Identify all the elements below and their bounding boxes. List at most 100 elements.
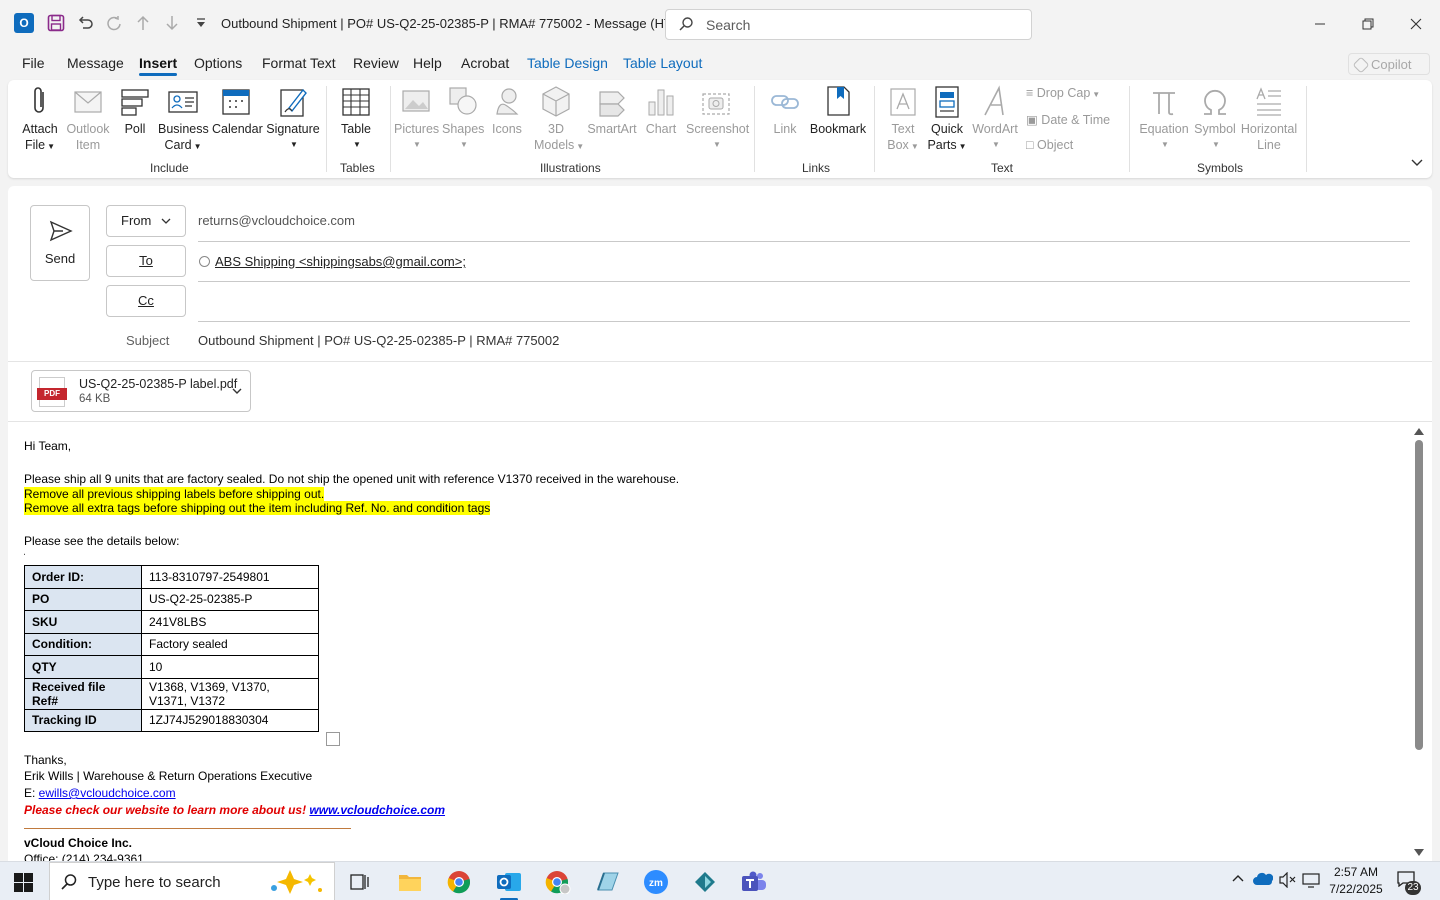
- ribbon-expand-icon[interactable]: [1410, 158, 1424, 168]
- drop-cap-button[interactable]: ≡ Drop Cap ▼: [1026, 86, 1100, 100]
- undo-icon[interactable]: [74, 12, 96, 34]
- tab-file[interactable]: File: [22, 55, 45, 71]
- scrollbar-thumb[interactable]: [1415, 440, 1423, 750]
- smartart-button[interactable]: SmartArt: [584, 84, 640, 137]
- details-intro-text: Please see the details below:: [24, 534, 180, 548]
- table-button[interactable]: Table ▼: [338, 84, 374, 153]
- copilot-button[interactable]: Copilot: [1348, 53, 1430, 75]
- icons-button[interactable]: Icons: [488, 84, 526, 137]
- tab-acrobat[interactable]: Acrobat: [461, 55, 509, 71]
- date-time-button[interactable]: ▣ Date & Time: [1026, 112, 1110, 127]
- symbol-button[interactable]: Symbol ▼: [1192, 84, 1238, 153]
- to-button[interactable]: To: [106, 245, 186, 277]
- restore-button[interactable]: [1353, 10, 1383, 38]
- tab-message[interactable]: Message: [67, 55, 124, 71]
- calendar-button[interactable]: Calendar: [212, 84, 263, 137]
- pictures-button[interactable]: Pictures ▼: [394, 84, 439, 153]
- pictures-icon: [402, 90, 430, 112]
- notification-center-button[interactable]: 23: [1397, 871, 1421, 895]
- windows-start-icon[interactable]: [14, 873, 33, 892]
- paperclip-icon: [34, 87, 44, 113]
- bookmark-button[interactable]: Bookmark: [808, 84, 868, 137]
- save-icon[interactable]: [45, 12, 67, 34]
- redo-icon[interactable]: [103, 12, 125, 34]
- attach-file-button[interactable]: Attach File ▼: [18, 84, 62, 155]
- message-body[interactable]: Hi Team, Please ship all 9 units that ar…: [24, 436, 1404, 861]
- ribbon-insert: Attach File ▼ Outlook Item Poll Business …: [8, 80, 1432, 178]
- outlook-taskbar-icon[interactable]: [494, 867, 524, 900]
- poll-button[interactable]: Poll: [116, 84, 154, 137]
- shapes-button[interactable]: Shapes ▼: [442, 84, 484, 153]
- website-link[interactable]: www.vcloudchoice.com: [309, 803, 445, 817]
- ribbon-separator: [754, 86, 755, 172]
- compose-pane: Send From returns@vcloudchoice.com To AB…: [8, 186, 1432, 861]
- volume-muted-icon[interactable]: [1278, 871, 1296, 891]
- table-resize-handle[interactable]: [326, 732, 340, 746]
- link-button[interactable]: Link: [766, 84, 804, 137]
- signature-email-line: E: ewills@vcloudchoice.com: [24, 786, 176, 800]
- chart-icon: [648, 89, 674, 116]
- cc-button[interactable]: Cc: [106, 285, 186, 317]
- remote-desktop-icon[interactable]: [690, 867, 720, 897]
- outlook-item-button[interactable]: Outlook Item: [64, 84, 112, 153]
- equation-button[interactable]: Equation ▼: [1136, 84, 1192, 153]
- notes-app-icon[interactable]: [592, 867, 622, 897]
- signature-icon: [280, 88, 307, 117]
- wordart-button[interactable]: WordArt ▼: [970, 84, 1020, 153]
- chart-button[interactable]: Chart: [644, 84, 678, 137]
- next-item-icon[interactable]: [161, 12, 183, 34]
- previous-item-icon[interactable]: [132, 12, 154, 34]
- attachment-menu-icon[interactable]: [232, 386, 242, 396]
- send-button[interactable]: Send: [30, 205, 90, 281]
- minimize-button[interactable]: [1305, 10, 1335, 38]
- show-hidden-icons[interactable]: [1231, 872, 1245, 889]
- tab-insert[interactable]: Insert: [139, 55, 178, 76]
- tab-format-text[interactable]: Format Text: [262, 55, 336, 71]
- icons-icon: [496, 88, 519, 115]
- greeting-text: Hi Team,: [24, 439, 72, 453]
- tab-help[interactable]: Help: [413, 55, 442, 71]
- tab-table-design[interactable]: Table Design: [527, 55, 608, 71]
- from-field[interactable]: returns@vcloudchoice.com: [198, 213, 355, 228]
- taskbar-search[interactable]: Type here to search: [49, 862, 335, 900]
- search-box[interactable]: Search: [665, 9, 1032, 40]
- chrome-icon[interactable]: [444, 867, 474, 897]
- table-move-handle-icon[interactable]: ✥: [24, 550, 27, 562]
- horizontal-line-button[interactable]: Horizontal Line: [1240, 84, 1298, 153]
- restore-icon: [1362, 18, 1374, 30]
- table-row: Received file Ref# V1368, V1369, V1370, V…: [24, 677, 319, 710]
- teams-icon[interactable]: [739, 867, 769, 897]
- object-button[interactable]: □ Object: [1026, 138, 1073, 152]
- subject-field[interactable]: Outbound Shipment | PO# US-Q2-25-02385-P…: [198, 333, 559, 348]
- text-box-button[interactable]: Text Box ▼: [882, 84, 924, 155]
- tab-review[interactable]: Review: [353, 55, 399, 71]
- wordart-icon: [984, 85, 1004, 116]
- onedrive-icon[interactable]: [1253, 872, 1274, 889]
- quick-parts-button[interactable]: Quick Parts ▼: [926, 84, 968, 155]
- body-scrollbar[interactable]: [1412, 426, 1426, 858]
- task-view-icon[interactable]: [345, 867, 375, 897]
- ribbon-separator: [874, 86, 875, 172]
- customize-quick-access-icon[interactable]: [190, 12, 212, 34]
- taskbar-clock[interactable]: 2:57 AM 7/22/2025: [1328, 864, 1384, 898]
- 3d-models-button[interactable]: 3D Models ▼: [534, 84, 584, 155]
- screenshot-button[interactable]: Screenshot ▼: [686, 84, 749, 153]
- business-card-button[interactable]: Business Card ▼: [158, 84, 209, 155]
- scroll-down-icon[interactable]: [1414, 849, 1424, 856]
- close-button[interactable]: [1401, 10, 1431, 38]
- field-underline: [198, 241, 1410, 242]
- attachment-card[interactable]: PDF US-Q2-25-02385-P label.pdf 64 KB: [31, 370, 251, 412]
- to-recipient[interactable]: ABS Shipping <shippingsabs@gmail.com>;: [199, 254, 466, 269]
- network-icon[interactable]: [1302, 872, 1320, 891]
- envelope-icon: [74, 91, 102, 113]
- scroll-up-icon[interactable]: [1414, 428, 1424, 435]
- signature-email-link[interactable]: ewills@vcloudchoice.com: [39, 786, 176, 800]
- tab-options[interactable]: Options: [194, 55, 242, 71]
- from-button[interactable]: From: [106, 205, 186, 237]
- file-explorer-icon[interactable]: [395, 867, 425, 897]
- chrome-profile-icon[interactable]: [543, 867, 573, 897]
- signature-button[interactable]: Signature ▼: [266, 84, 320, 153]
- zoom-icon[interactable]: zm: [641, 867, 671, 897]
- tab-table-layout[interactable]: Table Layout: [623, 55, 702, 71]
- table-row: PO US-Q2-25-02385-P: [24, 587, 319, 611]
